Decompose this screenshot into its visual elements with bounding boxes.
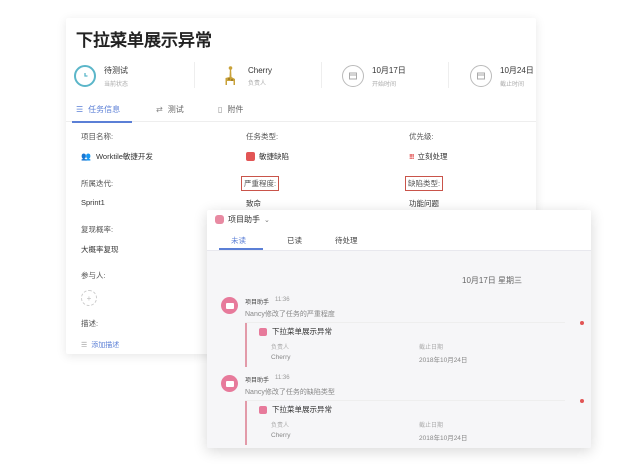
task-tabs: ☰ 任务信息 ⇄ 测试 ▯ 附件 (66, 100, 536, 123)
giraffe-avatar (218, 65, 240, 87)
add-participant-button[interactable]: + (81, 290, 97, 306)
priority: 立刻处理 (417, 152, 448, 161)
stat-label: 负责人 (248, 80, 267, 87)
message-text: Nancy修改了任务的缺陷类型 (245, 389, 335, 396)
field-label-description: 描述: (81, 319, 99, 328)
notification-header: 项目助手 ⌄ 未读 已读 待处理 (207, 210, 591, 250)
message-text: Nancy修改了任务的严重程度 (245, 311, 335, 318)
tab-attachments[interactable]: ▯ 附件 (218, 104, 243, 115)
task-type: 敏捷缺陷 (259, 152, 289, 161)
field-value-repro[interactable]: 大概率复现 (81, 244, 119, 255)
tab-label: 附件 (227, 105, 244, 114)
notification-title: 项目助手 (228, 215, 260, 224)
users-icon: 👥 (81, 152, 91, 161)
due-label: 截止日期 (419, 423, 444, 429)
chevron-down-icon: ⌄ (264, 216, 270, 224)
stat-value: 10月17日 (372, 65, 406, 75)
list-item[interactable]: 项目助手 11:36 Nancy修改了任务的缺陷类型 下拉菜单展示异常 负责人 … (207, 373, 591, 448)
active-tab-indicator (72, 121, 132, 123)
project-name: Worktile敏捷开发 (95, 152, 153, 161)
card-title-text: 下拉菜单展示异常 (272, 327, 332, 336)
owner-label: 负责人 (271, 345, 290, 351)
field-value-severity[interactable]: 致命 (246, 198, 261, 209)
stat-value: 待测试 (104, 65, 128, 75)
unread-dot (580, 399, 584, 403)
card-title: 下拉菜单展示异常 (259, 404, 332, 415)
message-task-card[interactable]: 下拉菜单展示异常 负责人 Cherry 截止日期 2018年10月24日 (245, 401, 561, 445)
field-label-severity: 严重程度: (241, 176, 280, 191)
due-value: 2018年10月24日 (419, 435, 468, 442)
due-label: 截止日期 (419, 345, 444, 351)
edit-icon: ☰ (81, 342, 88, 349)
stat-value: Cherry (248, 65, 273, 75)
stat-due-date[interactable]: 10月24日 截止时间 (470, 58, 534, 94)
field-label-repro: 复现概率: (81, 225, 114, 234)
field-value-iteration[interactable]: Sprint1 (81, 198, 105, 207)
test-icon: ⇄ (156, 105, 163, 114)
mail-icon (221, 375, 238, 392)
date-heading: 10月17日 星期三 (462, 276, 523, 285)
divider (194, 62, 195, 88)
mail-icon (221, 297, 238, 314)
task-title: 下拉菜单展示异常 (76, 31, 212, 50)
card-title: 下拉菜单展示异常 (259, 326, 332, 337)
calendar-icon (342, 65, 364, 87)
unread-dot (580, 321, 584, 325)
stat-owner[interactable]: Cherry 负责人 (218, 58, 272, 94)
defect-type-icon (246, 152, 255, 161)
card-title-text: 下拉菜单展示异常 (272, 405, 332, 414)
notification-list: 10月17日 星期三 项目助手 11:36 Nancy修改了任务的严重程度 下拉… (207, 250, 591, 448)
stat-status[interactable]: 待测试 当前状态 (74, 58, 128, 94)
message-task-card[interactable]: 下拉菜单展示异常 负责人 Cherry 截止日期 2018年10月24日 (245, 323, 561, 367)
field-label-defect-type: 缺陷类型: (405, 176, 444, 191)
stat-value: 10月24日 (500, 65, 534, 75)
tab-task-info[interactable]: ☰ 任务信息 (76, 104, 120, 115)
notification-source-select[interactable]: 项目助手 ⌄ (215, 214, 270, 225)
task-icon (259, 327, 267, 336)
task-icon (259, 405, 267, 414)
stat-start-date[interactable]: 10月17日 开始时间 (342, 58, 406, 94)
message-sender: 项目助手 (245, 378, 270, 384)
field-value-defect-type[interactable]: 功能问题 (409, 198, 439, 209)
due-value: 2018年10月24日 (419, 357, 468, 364)
field-value-priority[interactable]: !!! 立刻处理 (409, 151, 448, 162)
divider (321, 62, 322, 88)
field-value-task-type[interactable]: 敏捷缺陷 (246, 151, 289, 162)
notification-panel: 项目助手 ⌄ 未读 已读 待处理 10月17日 星期三 项目助手 11:36 N… (207, 210, 591, 448)
field-label-participants: 参与人: (81, 271, 106, 280)
assistant-icon (215, 215, 224, 224)
stat-label: 截止时间 (500, 81, 525, 88)
divider (448, 62, 449, 88)
tab-test[interactable]: ⇄ 测试 (156, 104, 184, 115)
message-time: 11:36 (275, 297, 290, 303)
priority-icon: !!! (409, 152, 414, 161)
message-sender: 项目助手 (245, 300, 270, 306)
tab-read[interactable]: 已读 (287, 235, 302, 246)
add-description-label: 添加描述 (91, 342, 120, 349)
tab-label: 测试 (167, 105, 184, 114)
owner-value: Cherry (271, 432, 291, 439)
add-description-link[interactable]: ☰ 添加描述 (81, 340, 119, 350)
field-label-iteration: 所属迭代: (81, 179, 114, 188)
field-value-project[interactable]: 👥 Worktile敏捷开发 (81, 151, 153, 162)
stat-label: 当前状态 (104, 81, 129, 88)
tab-unread[interactable]: 未读 (231, 235, 246, 246)
owner-label: 负责人 (271, 423, 290, 429)
calendar-icon (470, 65, 492, 87)
tab-label: 任务信息 (88, 105, 121, 114)
attachment-icon: ▯ (218, 105, 223, 114)
list-icon: ☰ (76, 105, 84, 114)
field-label-project: 项目名称: (81, 132, 114, 141)
status-clock-icon (74, 65, 96, 87)
tab-pending[interactable]: 待处理 (335, 235, 358, 246)
message-time: 11:36 (275, 375, 290, 381)
stat-label: 开始时间 (372, 81, 397, 88)
list-item[interactable]: 项目助手 11:36 Nancy修改了任务的严重程度 下拉菜单展示异常 负责人 … (207, 295, 591, 371)
field-label-task-type: 任务类型: (246, 132, 279, 141)
owner-value: Cherry (271, 354, 291, 361)
field-label-priority: 优先级: (409, 132, 434, 141)
